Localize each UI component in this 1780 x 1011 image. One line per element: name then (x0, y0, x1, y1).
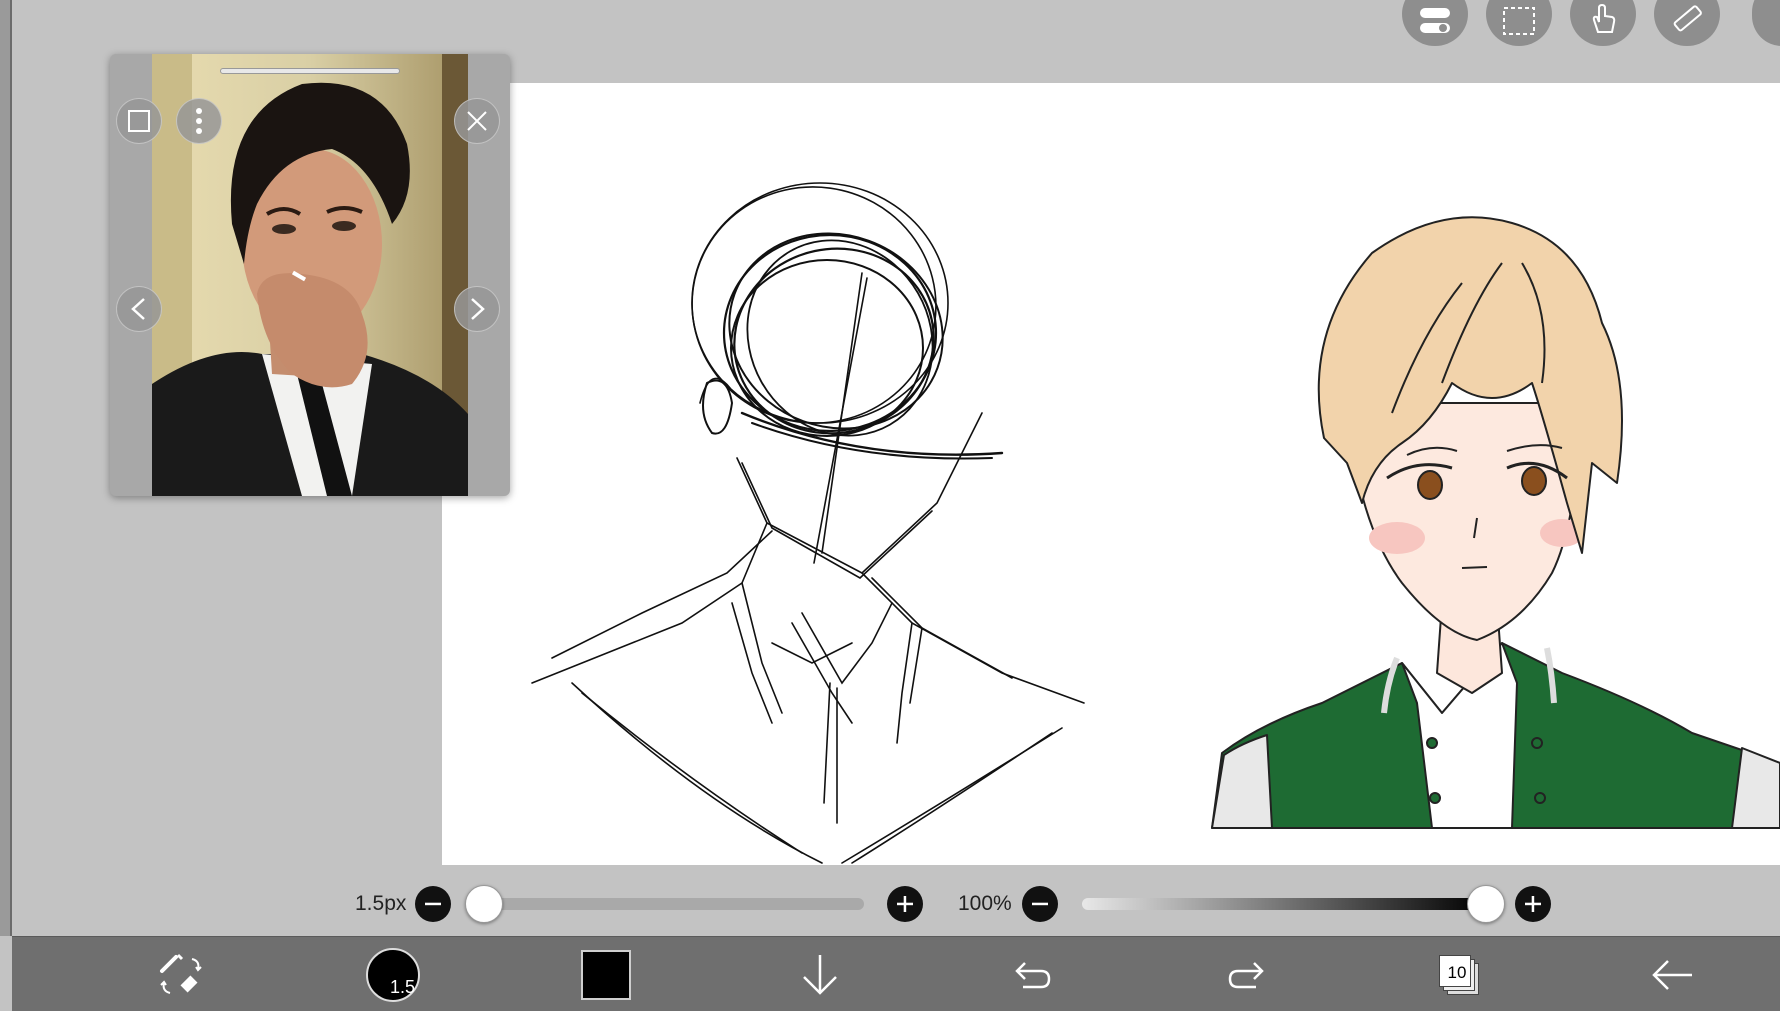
layer-toggle-icon (1420, 8, 1450, 33)
tool-switch-button[interactable] (136, 937, 226, 1011)
pencil-sketch (531, 182, 1085, 864)
close-icon (467, 111, 487, 131)
brush-size-decrease-button[interactable] (415, 886, 451, 922)
opacity-decrease-button[interactable] (1022, 886, 1058, 922)
arrow-down-icon (803, 954, 837, 995)
square-icon (128, 110, 150, 132)
opacity-label: 100% (958, 892, 1012, 915)
drawing-canvas[interactable] (442, 83, 1780, 865)
brush-size-badge: 1.5 (389, 976, 415, 997)
left-edge-panel (0, 0, 12, 936)
undo-button[interactable] (988, 937, 1078, 1011)
reference-next-button[interactable] (454, 286, 500, 332)
more-tools-button[interactable] (1752, 0, 1780, 46)
drawing-app: 1.5px 100% 1.5 10 (0, 0, 1780, 1011)
minus-icon (425, 902, 441, 906)
hand-tool-button[interactable] (1570, 0, 1636, 46)
hand-tool-icon (1592, 3, 1616, 33)
selection-button[interactable] (1486, 0, 1552, 46)
brush-preview: 1.5 (366, 947, 420, 1002)
layer-count: 10 (1447, 962, 1467, 982)
ruler-icon (1673, 5, 1702, 32)
brush-size-slider-thumb[interactable] (464, 885, 503, 923)
brush-size-slider[interactable] (476, 898, 864, 910)
opacity-increase-button[interactable] (1515, 886, 1551, 922)
bottom-toolbar: 1.5 10 (12, 936, 1780, 1011)
reference-window-drag-handle[interactable] (220, 68, 400, 74)
reference-prev-button[interactable] (116, 286, 162, 332)
download-button[interactable] (775, 937, 865, 1011)
reference-window[interactable] (110, 54, 510, 496)
ruler-button[interactable] (1654, 0, 1720, 46)
color-button[interactable] (561, 937, 651, 1011)
plus-icon (1525, 896, 1541, 912)
back-button[interactable] (1627, 937, 1717, 1011)
reference-fit-button[interactable] (116, 98, 162, 144)
layers-button[interactable]: 10 (1414, 937, 1504, 1011)
opacity-slider[interactable] (1082, 898, 1486, 910)
selection-icon (1503, 7, 1535, 35)
arrow-left-icon (1652, 959, 1692, 990)
brush-size-increase-button[interactable] (887, 886, 923, 922)
anime-character (1211, 216, 1780, 829)
prev-arrow-icon (131, 298, 145, 320)
plus-icon (897, 896, 913, 912)
undo-icon (1015, 961, 1051, 988)
layer-toggle-button[interactable] (1402, 0, 1468, 46)
current-color-swatch (581, 949, 631, 1000)
opacity-slider-thumb[interactable] (1467, 885, 1505, 923)
minus-icon (1032, 902, 1048, 906)
reference-close-button[interactable] (454, 98, 500, 144)
artwork (531, 182, 1780, 864)
brush-size-label: 1.5px (355, 892, 407, 915)
layers-icon: 10 (1439, 954, 1479, 995)
more-icon (196, 108, 202, 134)
brush-settings-bar: 1.5px 100% (0, 878, 1780, 930)
reference-menu-button[interactable] (176, 98, 222, 144)
next-arrow-icon (471, 298, 485, 320)
brush-eraser-swap-icon (160, 953, 202, 994)
redo-icon (1228, 961, 1264, 988)
redo-button[interactable] (1201, 937, 1291, 1011)
brush-size-button[interactable]: 1.5 (348, 937, 438, 1011)
